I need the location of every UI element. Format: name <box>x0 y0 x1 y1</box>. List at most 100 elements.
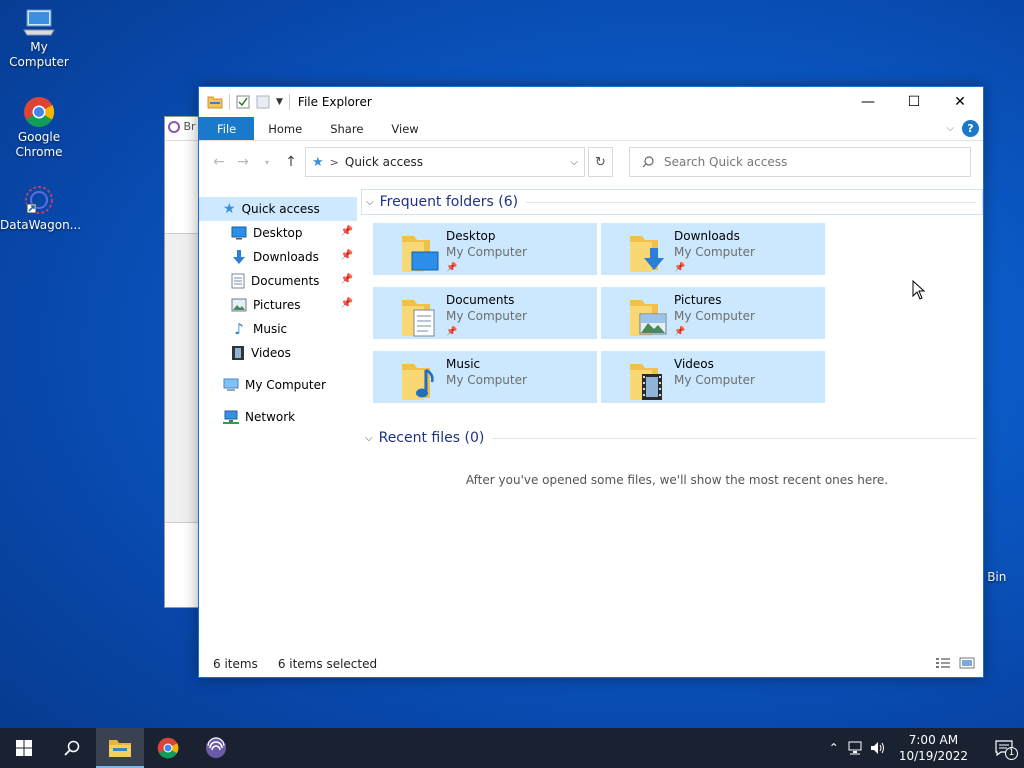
datawagon-small-icon <box>168 121 180 133</box>
navigation-pane: ★ Quick access Desktop 📌 Downloads 📌 Doc… <box>199 197 357 429</box>
collapse-chevron-icon[interactable]: ⌵ <box>365 433 373 444</box>
forward-arrow-icon[interactable]: → <box>231 154 255 170</box>
back-arrow-icon[interactable]: ← <box>207 154 231 170</box>
desktop-folder-icon <box>402 236 439 272</box>
properties-checkbox-icon[interactable] <box>236 95 250 109</box>
desktop-icon-my-computer[interactable]: My Computer <box>0 8 78 70</box>
download-arrow-icon <box>231 249 247 265</box>
start-button[interactable] <box>0 728 48 768</box>
address-dropdown-chevron-icon[interactable]: ⌵ <box>570 157 578 168</box>
show-hidden-icons-chevron-icon[interactable]: ⌃ <box>823 741 845 755</box>
taskbar-datawagon[interactable] <box>192 728 240 768</box>
item-count: 6 items <box>213 657 258 671</box>
sidebar-item-documents[interactable]: Documents 📌 <box>199 269 357 293</box>
new-folder-icon[interactable] <box>256 95 270 109</box>
sidebar-item-downloads[interactable]: Downloads 📌 <box>199 245 357 269</box>
desktop-icon-datawagon[interactable]: DataWagon... <box>0 184 81 233</box>
folder-tile-videos[interactable]: Videos My Computer <box>601 351 825 403</box>
action-center-button[interactable]: 1 <box>984 740 1024 760</box>
tile-name: Desktop <box>446 229 496 243</box>
details-view-icon[interactable] <box>935 657 951 669</box>
search-taskbar-button[interactable] <box>48 728 96 768</box>
pin-icon[interactable]: 📌 <box>446 324 527 340</box>
sidebar-item-label: Desktop <box>253 226 303 240</box>
address-separator[interactable]: > <box>330 156 339 169</box>
pin-icon[interactable]: 📌 <box>341 298 353 309</box>
large-icons-view-icon[interactable] <box>959 657 975 669</box>
sidebar-item-desktop[interactable]: Desktop 📌 <box>199 221 357 245</box>
maximize-button[interactable]: ☐ <box>891 87 937 117</box>
address-bar[interactable]: ★ > Quick access ⌵ <box>305 147 585 177</box>
address-location[interactable]: Quick access <box>345 155 423 169</box>
refresh-icon: ↻ <box>595 154 606 170</box>
quick-access-toolbar: ▼ <box>199 94 290 110</box>
sidebar-item-music[interactable]: ♪ Music <box>199 317 357 341</box>
file-explorer-window[interactable]: ▼ File Explorer — ☐ ✕ File Home Share Vi… <box>198 86 984 678</box>
sidebar-item-network[interactable]: Network <box>199 405 357 429</box>
taskbar-file-explorer[interactable] <box>96 728 144 768</box>
group-header-label: Recent files (0) <box>378 430 485 446</box>
pin-icon[interactable]: 📌 <box>341 250 353 261</box>
clock[interactable]: 7:00 AM 10/19/2022 <box>899 732 968 764</box>
title-bar[interactable]: ▼ File Explorer — ☐ ✕ <box>199 87 983 117</box>
network-tray-icon[interactable] <box>845 741 867 755</box>
music-folder-icon <box>402 364 434 400</box>
frequent-folders-header[interactable]: ⌵ Frequent folders (6) <box>361 189 983 215</box>
windows-logo-icon <box>16 740 32 756</box>
tab-view[interactable]: View <box>377 117 432 140</box>
pin-icon[interactable]: 📌 <box>674 324 755 340</box>
customize-toolbar-dropdown-icon[interactable]: ▼ <box>276 97 283 107</box>
folder-tile-pictures[interactable]: Pictures My Computer 📌 <box>601 287 825 339</box>
tab-share[interactable]: Share <box>316 117 377 140</box>
pin-icon[interactable]: 📌 <box>341 274 353 285</box>
search-input[interactable] <box>664 155 944 169</box>
desktop-icon-google-chrome[interactable]: Google Chrome <box>0 96 78 160</box>
tab-file[interactable]: File <box>199 117 255 140</box>
selected-count: 6 items selected <box>277 657 378 671</box>
tile-location: My Computer <box>674 245 755 259</box>
computer-icon <box>23 9 55 36</box>
pin-icon[interactable]: 📌 <box>341 226 353 237</box>
pin-icon[interactable]: 📌 <box>446 260 527 276</box>
pictures-folder-icon <box>630 300 667 336</box>
frequent-folders-grid: Desktop My Computer 📌 Downloads My Compu… <box>373 223 983 403</box>
sidebar-item-label: Videos <box>251 346 291 360</box>
tile-name: Pictures <box>674 293 722 307</box>
refresh-button[interactable]: ↻ <box>588 147 613 177</box>
datawagon-icon <box>206 737 226 758</box>
star-icon: ★ <box>223 201 236 217</box>
folder-tile-documents[interactable]: Documents My Computer 📌 <box>373 287 597 339</box>
recent-locations-chevron-icon[interactable]: ▾ <box>255 158 279 167</box>
mouse-cursor-icon <box>912 280 926 300</box>
help-button[interactable]: ? <box>962 120 979 137</box>
volume-icon[interactable] <box>867 741 889 755</box>
folder-tile-music[interactable]: Music My Computer <box>373 351 597 403</box>
videos-folder-icon <box>630 364 662 400</box>
film-icon <box>231 345 245 361</box>
expand-ribbon-chevron-icon[interactable]: ⌵ <box>946 123 954 134</box>
sidebar-item-my-computer[interactable]: My Computer <box>199 373 357 397</box>
search-icon <box>64 740 80 756</box>
tile-name: Music <box>446 357 481 371</box>
sidebar-item-label: Downloads <box>253 250 319 264</box>
notification-count-badge: 1 <box>1005 747 1018 760</box>
navigation-row: ← → ▾ ↑ ★ > Quick access ⌵ ↻ <box>199 141 983 183</box>
search-box[interactable] <box>629 147 971 177</box>
pin-icon[interactable]: 📌 <box>674 260 755 276</box>
up-arrow-icon[interactable]: ↑ <box>279 154 303 170</box>
sidebar-item-label: Music <box>253 322 288 336</box>
ribbon-tabs: File Home Share View ⌵ ? <box>199 117 983 141</box>
sidebar-item-videos[interactable]: Videos <box>199 341 357 365</box>
sidebar-item-pictures[interactable]: Pictures 📌 <box>199 293 357 317</box>
picture-icon <box>231 298 247 312</box>
folder-tile-desktop[interactable]: Desktop My Computer 📌 <box>373 223 597 275</box>
quick-access-star-icon: ★ <box>312 154 324 170</box>
folder-tile-downloads[interactable]: Downloads My Computer 📌 <box>601 223 825 275</box>
taskbar-google-chrome[interactable] <box>144 728 192 768</box>
sidebar-item-quick-access[interactable]: ★ Quick access <box>199 197 357 221</box>
tab-home[interactable]: Home <box>254 117 316 140</box>
collapse-chevron-icon[interactable]: ⌵ <box>366 197 374 208</box>
minimize-button[interactable]: — <box>845 87 891 117</box>
recent-files-header[interactable]: ⌵ Recent files (0) <box>361 425 983 451</box>
close-button[interactable]: ✕ <box>937 87 983 117</box>
